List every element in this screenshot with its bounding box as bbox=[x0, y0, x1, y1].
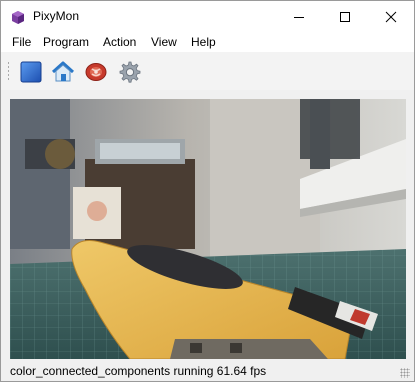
maximize-button[interactable] bbox=[322, 1, 368, 32]
toolbar-grip[interactable] bbox=[7, 61, 10, 81]
title-bar[interactable]: PixyMon bbox=[1, 1, 414, 32]
home-icon bbox=[51, 61, 75, 82]
menu-help[interactable]: Help bbox=[191, 35, 216, 49]
status-bar: color_connected_components running 61.64… bbox=[1, 362, 414, 381]
toolbar bbox=[1, 52, 414, 90]
window-title: PixyMon bbox=[33, 9, 80, 23]
menu-view[interactable]: View bbox=[151, 35, 177, 49]
stop-icon bbox=[20, 61, 42, 83]
raw-video-icon bbox=[85, 63, 107, 81]
close-icon bbox=[385, 11, 397, 22]
menu-file[interactable]: File bbox=[12, 35, 31, 49]
raw-video-button[interactable] bbox=[83, 59, 109, 85]
status-text: color_connected_components running 61.64… bbox=[10, 364, 267, 378]
pixymon-window: PixyMon File Program Action View Help co… bbox=[0, 0, 415, 382]
menu-program[interactable]: Program bbox=[43, 35, 89, 49]
minimize-icon bbox=[294, 16, 304, 18]
configure-button[interactable] bbox=[116, 59, 142, 85]
camera-frame-image bbox=[10, 99, 406, 359]
minimize-button[interactable] bbox=[276, 1, 322, 32]
menu-bar: File Program Action View Help bbox=[1, 32, 414, 52]
stop-button[interactable] bbox=[18, 59, 44, 85]
pixymon-app-icon bbox=[12, 11, 24, 24]
settings-gear-icon bbox=[119, 61, 141, 83]
close-button[interactable] bbox=[368, 1, 414, 32]
default-program-button[interactable] bbox=[50, 59, 76, 85]
video-frame[interactable] bbox=[10, 99, 406, 359]
maximize-icon bbox=[340, 11, 350, 22]
resize-grip[interactable] bbox=[400, 368, 410, 378]
menu-action[interactable]: Action bbox=[103, 35, 136, 49]
